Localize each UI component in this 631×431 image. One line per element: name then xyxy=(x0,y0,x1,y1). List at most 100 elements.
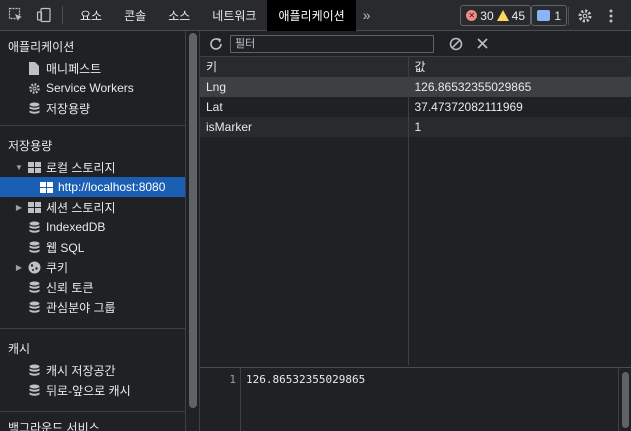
column-header-value[interactable]: 값 xyxy=(408,57,631,78)
sidebar-item-label: 웹 SQL xyxy=(46,240,85,255)
sidebar-item-storage[interactable]: 저장용량 xyxy=(0,98,185,118)
cell-key[interactable]: isMarker xyxy=(200,117,409,137)
clear-all-icon[interactable] xyxy=(448,36,464,52)
sidebar-item-localhost-8080[interactable]: http://localhost:8080 xyxy=(0,177,185,197)
error-count: 30 xyxy=(480,8,494,23)
gear-icon xyxy=(26,81,42,95)
table-header-row: 키 값 xyxy=(200,57,631,78)
message-icon xyxy=(537,10,551,21)
expanded-arrow-icon[interactable]: ▼ xyxy=(14,163,24,172)
toolbar-divider xyxy=(568,7,569,25)
cell-value[interactable]: 1 xyxy=(408,117,631,137)
device-toolbar-icon[interactable] xyxy=(32,3,56,27)
sidebar-item-label: 쿠키 xyxy=(46,260,69,275)
devtools-toolbar: 요소 콘솔 소스 네트워크 애플리케이션 » ✕ 30 45 1 xyxy=(0,0,631,31)
value-preview-pane: 1 126.86532355029865 xyxy=(200,367,631,431)
sidebar-item-local-storage[interactable]: ▼ 로컬 스토리지 xyxy=(0,157,185,177)
database-icon xyxy=(26,300,42,314)
table-row[interactable]: Lng 126.86532355029865 xyxy=(200,77,631,97)
sidebar-item-label: 신뢰 토큰 xyxy=(46,280,94,295)
more-tabs-button[interactable]: » xyxy=(356,0,378,31)
inspect-element-icon[interactable] xyxy=(4,3,28,27)
cookie-icon xyxy=(26,260,42,274)
sidebar-item-label: 저장용량 xyxy=(46,101,91,116)
storage-filter-bar xyxy=(200,31,631,57)
sidebar-item-trust-tokens[interactable]: 신뢰 토큰 xyxy=(0,277,185,297)
section-divider xyxy=(0,411,185,412)
messages-counter[interactable]: 1 xyxy=(531,5,567,26)
preview-value-text: 126.86532355029865 xyxy=(246,373,366,386)
preview-scrollbar[interactable] xyxy=(618,368,631,431)
database-icon xyxy=(26,220,42,234)
sidebar-item-label: 매니페스트 xyxy=(46,61,102,76)
sidebar-item-cookies[interactable]: ▶ 쿠키 xyxy=(0,257,185,277)
database-icon xyxy=(26,363,42,377)
table-row[interactable]: isMarker 1 xyxy=(200,117,631,137)
sidebar-item-back-forward-cache[interactable]: 뒤로-앞으로 캐시 xyxy=(0,380,185,400)
database-icon xyxy=(26,280,42,294)
cell-key[interactable]: Lat xyxy=(200,97,409,117)
column-header-key[interactable]: 키 xyxy=(200,57,409,78)
section-title-application: 애플리케이션 xyxy=(8,39,75,54)
grid-icon xyxy=(26,200,42,214)
sidebar-item-interest-groups[interactable]: 관심분야 그룹 xyxy=(0,297,185,317)
sidebar-item-label: 로컬 스토리지 xyxy=(46,160,116,175)
sidebar-scrollbar[interactable] xyxy=(185,31,200,431)
cell-key[interactable]: Lng xyxy=(200,77,409,97)
error-icon: ✕ xyxy=(466,10,478,21)
tab-console[interactable]: 콘솔 xyxy=(113,0,157,31)
sidebar-scroll-thumb[interactable] xyxy=(189,33,197,408)
sidebar-item-indexeddb[interactable]: IndexedDB xyxy=(0,217,185,237)
issues-counter[interactable]: ✕ 30 45 xyxy=(460,5,531,26)
sidebar-item-label: 캐시 저장공간 xyxy=(46,363,116,378)
settings-gear-icon[interactable] xyxy=(573,4,597,28)
sidebar-item-cache-storage[interactable]: 캐시 저장공간 xyxy=(0,360,185,380)
tab-application[interactable]: 애플리케이션 xyxy=(267,0,356,31)
sidebar-item-label: IndexedDB xyxy=(46,220,106,234)
line-number: 1 xyxy=(229,373,236,386)
tab-elements[interactable]: 요소 xyxy=(69,0,113,31)
sidebar-item-session-storage[interactable]: ▶ 세션 스토리지 xyxy=(0,197,185,217)
database-icon xyxy=(26,383,42,397)
sidebar-item-service-workers[interactable]: Service Workers xyxy=(0,78,185,98)
filter-input[interactable] xyxy=(230,34,434,53)
warning-icon xyxy=(496,10,509,21)
storage-table: 키 값 Lng 126.86532355029865 Lat 37.473720… xyxy=(200,57,631,157)
cell-value[interactable]: 37.47372082111969 xyxy=(408,97,631,117)
grid-icon xyxy=(26,160,42,174)
section-title-storage: 저장용량 xyxy=(8,138,53,153)
toolbar-divider xyxy=(62,6,63,24)
section-title-background-services: 백그라운드 서비스 xyxy=(8,421,100,431)
sidebar-item-label: 뒤로-앞으로 캐시 xyxy=(46,383,131,398)
application-sidebar: 애플리케이션 매니페스트 Service Workers 저장용량 저장용량 ▼… xyxy=(0,31,185,431)
tab-network[interactable]: 네트워크 xyxy=(201,0,267,31)
refresh-icon[interactable] xyxy=(208,36,224,52)
table-row[interactable]: Lat 37.47372082111969 xyxy=(200,97,631,117)
section-divider xyxy=(0,125,185,126)
sidebar-item-manifest[interactable]: 매니페스트 xyxy=(0,58,185,78)
sidebar-item-label: Service Workers xyxy=(46,81,134,95)
empty-table-row[interactable] xyxy=(200,137,631,157)
sidebar-item-label: 관심분야 그룹 xyxy=(46,300,116,315)
section-title-cache: 캐시 xyxy=(8,341,31,356)
tab-sources[interactable]: 소스 xyxy=(157,0,201,31)
delete-selected-icon[interactable] xyxy=(474,36,490,52)
kebab-menu-icon[interactable] xyxy=(599,4,623,28)
warning-count: 45 xyxy=(511,8,525,23)
database-icon xyxy=(26,240,42,254)
sidebar-item-label: 세션 스토리지 xyxy=(46,200,116,215)
grid-icon xyxy=(38,180,54,194)
sidebar-item-label: http://localhost:8080 xyxy=(58,180,166,194)
sidebar-item-web-sql[interactable]: 웹 SQL xyxy=(0,237,185,257)
column-divider[interactable] xyxy=(408,57,409,365)
section-divider xyxy=(0,328,185,329)
collapsed-arrow-icon[interactable]: ▶ xyxy=(14,203,24,212)
cell-value[interactable]: 126.86532355029865 xyxy=(408,77,631,97)
close-devtools-icon[interactable] xyxy=(625,4,631,28)
local-storage-panel: 키 값 Lng 126.86532355029865 Lat 37.473720… xyxy=(200,31,631,431)
database-icon xyxy=(26,101,42,115)
message-count: 1 xyxy=(554,8,561,23)
collapsed-arrow-icon[interactable]: ▶ xyxy=(14,263,24,272)
preview-scroll-thumb[interactable] xyxy=(622,372,629,428)
line-number-gutter: 1 xyxy=(200,368,241,431)
